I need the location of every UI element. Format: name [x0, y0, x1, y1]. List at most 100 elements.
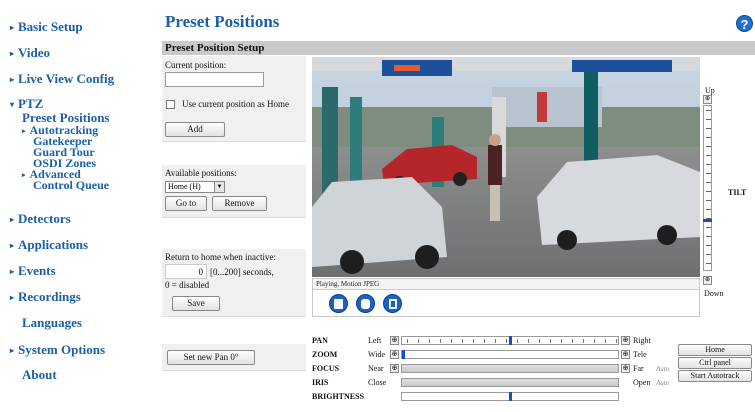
- tilt-down-label: Down: [704, 289, 724, 298]
- add-button[interactable]: Add: [165, 122, 225, 137]
- zoom-thumb[interactable]: [402, 350, 405, 359]
- snapshot-glyph: [361, 298, 370, 309]
- zoom-label: ZOOM: [312, 350, 338, 359]
- snapshot-icon[interactable]: [356, 294, 375, 313]
- pan-tick: [462, 339, 463, 343]
- return-home-note: 0 = disabled: [165, 280, 210, 290]
- pan-low-label: Left: [368, 336, 382, 345]
- tilt-tick: [706, 263, 711, 264]
- zoom-decrease-button[interactable]: ⊕: [390, 350, 399, 359]
- use-as-home-checkbox[interactable]: [166, 100, 175, 109]
- tilt-tick: [706, 236, 711, 237]
- tilt-tick: [706, 245, 711, 246]
- chevron-right-icon: ▸: [10, 49, 15, 58]
- pan-label: PAN: [312, 336, 328, 345]
- tilt-tick: [706, 155, 711, 156]
- return-home-panel: Return to home when inactive: [0...200] …: [162, 249, 306, 317]
- return-home-input[interactable]: [165, 264, 207, 279]
- available-positions-label: Available positions:: [165, 168, 237, 178]
- chevron-right-icon: ▸: [10, 267, 15, 276]
- set-pan-zero-button[interactable]: Set new Pan 0°: [167, 350, 255, 365]
- pan-decrease-button[interactable]: ⊕: [390, 336, 399, 345]
- nav-system-options[interactable]: ▸ System Options: [10, 342, 105, 358]
- chevron-right-icon: ▸: [10, 241, 15, 250]
- brightness-label: BRIGHTNESS: [312, 392, 365, 401]
- brightness-slider[interactable]: [401, 392, 619, 401]
- chevron-right-icon: ▸: [10, 293, 15, 302]
- tilt-tick: [706, 119, 711, 120]
- pan-zero-panel: Set new Pan 0°: [162, 344, 306, 371]
- tilt-tick: [706, 254, 711, 255]
- chevron-down-icon: ▾: [10, 100, 15, 109]
- pan-tick: [440, 339, 441, 343]
- pan-thumb[interactable]: [509, 336, 512, 345]
- remove-button[interactable]: Remove: [212, 196, 267, 211]
- tilt-tick: [706, 209, 711, 210]
- sidebar-nav: ▸ Basic Setup ▸ Video ▸ Live View Config ▾ P…: [0, 0, 158, 412]
- tilt-tick: [706, 146, 711, 147]
- stop-icon[interactable]: [329, 294, 348, 313]
- nav-video[interactable]: ▸ Video: [10, 45, 50, 61]
- tilt-thumb[interactable]: [703, 219, 712, 222]
- pan-tick: [605, 339, 606, 343]
- nav-ptz-control-queue[interactable]: Control Queue: [33, 179, 109, 191]
- save-button[interactable]: Save: [172, 296, 220, 311]
- chevron-right-icon: ▸: [22, 127, 26, 135]
- pan-increase-button[interactable]: ⊕: [621, 336, 630, 345]
- pan-tick: [594, 339, 595, 343]
- tilt-tick: [706, 191, 711, 192]
- return-home-range: [0...200] seconds,: [210, 267, 274, 277]
- current-position-label: Current position:: [165, 60, 227, 70]
- nav-ptz-preset-positions[interactable]: Preset Positions: [22, 111, 110, 124]
- focus-low-label: Near: [368, 364, 384, 373]
- nav-basic-setup[interactable]: ▸ Basic Setup: [10, 19, 83, 35]
- nav-languages[interactable]: Languages: [22, 315, 82, 331]
- nav-about[interactable]: About: [22, 367, 57, 383]
- focus-increase-button[interactable]: ⊕: [621, 364, 630, 373]
- zoom-low-label: Wide: [368, 350, 386, 359]
- brightness-thumb[interactable]: [509, 392, 512, 401]
- positions-select[interactable]: Home (H) ▼: [165, 181, 225, 193]
- tilt-up-label: Up: [705, 86, 715, 95]
- pan-tick: [572, 339, 573, 343]
- live-video[interactable]: [312, 57, 700, 277]
- tilt-up-button[interactable]: ⊕: [703, 95, 712, 104]
- goto-button[interactable]: Go to: [165, 196, 207, 211]
- focus-decrease-button[interactable]: ⊕: [390, 364, 399, 373]
- nav-live-view-config[interactable]: ▸ Live View Config: [10, 71, 114, 87]
- iris-label: IRIS: [312, 378, 329, 387]
- current-position-input[interactable]: [165, 72, 264, 87]
- focus-slider[interactable]: [401, 364, 619, 373]
- page-title: Preset Positions: [165, 12, 280, 31]
- pan-tick: [539, 339, 540, 343]
- stop-glyph: [334, 298, 343, 309]
- pan-tick: [561, 339, 562, 343]
- pan-slider[interactable]: [401, 336, 619, 345]
- chevron-right-icon: ▸: [10, 23, 15, 32]
- iris-slider[interactable]: [401, 378, 619, 387]
- pan-tick: [550, 339, 551, 343]
- record-glyph: [388, 298, 397, 309]
- nav-applications[interactable]: ▸ Applications: [10, 237, 88, 253]
- focus-high-label: Far: [633, 364, 644, 373]
- ctrl-panel-button[interactable]: Ctrl panel: [678, 357, 752, 369]
- pan-tick: [407, 339, 408, 343]
- home-button[interactable]: Home: [678, 344, 752, 356]
- dropdown-arrow-icon[interactable]: ▼: [214, 182, 224, 192]
- focus-auto-label: Auto: [656, 365, 670, 373]
- nav-events[interactable]: ▸ Events: [10, 263, 56, 279]
- pan-tick: [583, 339, 584, 343]
- nav-detectors[interactable]: ▸ Detectors: [10, 211, 71, 227]
- tilt-slider[interactable]: [703, 105, 712, 271]
- zoom-increase-button[interactable]: ⊕: [621, 350, 630, 359]
- current-position-panel: Current position: Use current position a…: [162, 56, 306, 142]
- start-autotrack-button[interactable]: Start Autotrack: [678, 370, 752, 382]
- pan-tick: [484, 339, 485, 343]
- tilt-down-button[interactable]: ⊕: [703, 276, 712, 285]
- pan-tick: [528, 339, 529, 343]
- zoom-slider[interactable]: [401, 350, 619, 359]
- record-icon[interactable]: [383, 294, 402, 313]
- help-icon[interactable]: ?: [736, 15, 753, 32]
- nav-recordings[interactable]: ▸ Recordings: [10, 289, 81, 305]
- iris-auto-label: Auto: [656, 379, 670, 387]
